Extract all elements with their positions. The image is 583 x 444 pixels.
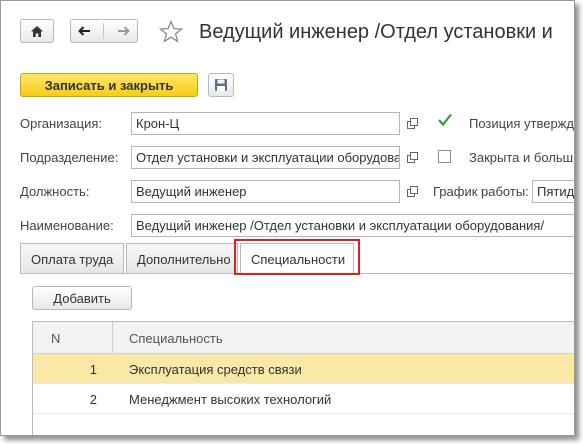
save-button[interactable] <box>208 73 234 97</box>
row-number: 2 <box>89 392 97 407</box>
position-open-button[interactable] <box>402 180 423 203</box>
page-title: Ведущий инженер /Отдел установки и <box>199 21 553 43</box>
column-header-specialty[interactable]: Специальность <box>129 331 223 346</box>
open-icon <box>407 186 418 197</box>
closed-label: Закрыта и больш <box>469 150 574 165</box>
arrow-right-icon <box>117 26 130 36</box>
checkmark-icon <box>438 113 452 127</box>
column-header-n[interactable]: N <box>51 331 60 346</box>
form-window: Ведущий инженер /Отдел установки и Запис… <box>0 0 575 436</box>
favorite-button[interactable] <box>158 19 184 46</box>
open-icon <box>407 152 418 163</box>
schedule-field[interactable]: Пятид <box>532 180 574 203</box>
table-header: N Специальность <box>33 322 574 354</box>
row-specialty: Эксплуатация средств связи <box>129 362 302 377</box>
organization-open-button[interactable] <box>402 112 423 135</box>
schedule-label: График работы: <box>433 184 529 199</box>
position-field[interactable]: Ведущий инженер <box>131 180 400 203</box>
tab-highlight-frame <box>234 239 360 275</box>
organization-label: Организация: <box>20 116 103 131</box>
forward-button[interactable] <box>117 25 131 37</box>
open-icon <box>407 118 418 129</box>
department-open-button[interactable] <box>402 146 423 169</box>
row-number: 1 <box>89 362 97 377</box>
department-field[interactable]: Отдел установки и эксплуатации оборудова <box>131 146 400 169</box>
floppy-disk-icon <box>215 79 227 91</box>
star-icon <box>158 19 184 43</box>
closed-checkbox[interactable] <box>438 150 451 163</box>
navigation-buttons <box>70 19 138 43</box>
arrow-left-icon <box>78 26 91 36</box>
name-field[interactable]: Ведущий инженер /Отдел установки и экспл… <box>131 214 574 237</box>
table-row[interactable]: 1 Эксплуатация средств связи <box>33 354 574 384</box>
table-row[interactable]: 2 Менеджмент высоких технологий <box>33 384 574 414</box>
tab-payment[interactable]: Оплата труда <box>20 243 124 273</box>
home-button[interactable] <box>20 19 54 43</box>
specialties-table: N Специальность 1 Эксплуатация средств с… <box>32 321 574 435</box>
name-label: Наименование: <box>20 218 114 233</box>
row-specialty: Менеджмент высоких технологий <box>129 392 332 407</box>
divider <box>103 23 105 39</box>
position-label: Должность: <box>20 184 90 199</box>
save-and-close-button[interactable]: Записать и закрыть <box>20 73 198 97</box>
column-divider <box>112 322 113 354</box>
home-icon <box>31 25 43 37</box>
add-button[interactable]: Добавить <box>32 286 132 310</box>
approved-label: Позиция утвержд <box>469 116 574 131</box>
organization-field[interactable]: Крон-Ц <box>131 112 400 135</box>
approved-checkbox[interactable] <box>437 112 453 131</box>
back-button[interactable] <box>77 25 91 37</box>
department-label: Подразделение: <box>20 150 119 165</box>
tab-additional[interactable]: Дополнительно <box>126 243 238 273</box>
